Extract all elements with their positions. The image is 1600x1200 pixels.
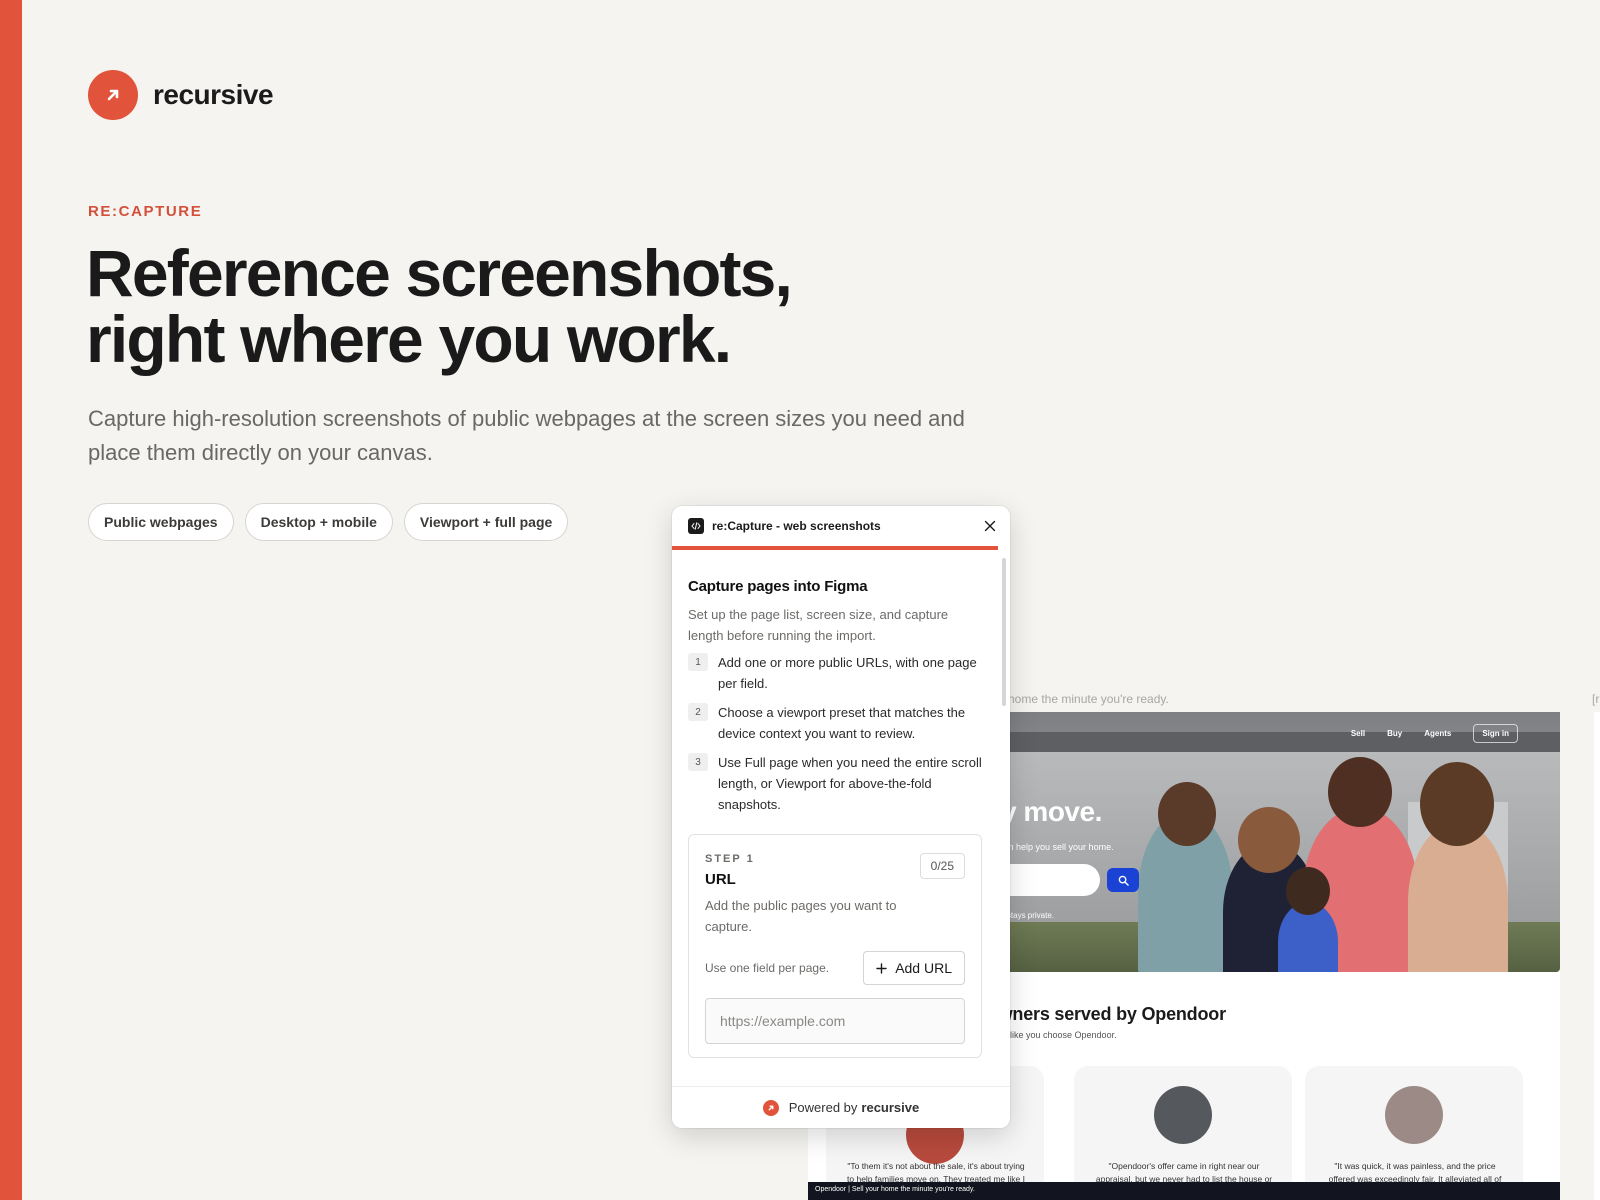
hero-person-head xyxy=(1238,807,1300,873)
preview-footer-bar: Opendoor | Sell your home the minute you… xyxy=(808,1182,1560,1200)
preview-nav: Sell Buy Agents Sign in xyxy=(1351,724,1518,743)
preview-nav-sell: Sell xyxy=(1350,729,1366,738)
hero-person-head xyxy=(1420,762,1494,846)
step-text: Use Full page when you need the entire s… xyxy=(718,755,982,812)
preview-right-edge xyxy=(1594,712,1600,1200)
card-description: Add the public pages you want to capture… xyxy=(705,898,897,934)
card-hint: Use one field per page. xyxy=(705,961,830,975)
preview-caption: home the minute you're ready. xyxy=(1008,692,1169,706)
step-label: STEP 1 xyxy=(705,853,755,865)
footer-brand-link[interactable]: recursive xyxy=(861,1100,919,1115)
headline-line-1: Reference screenshots, xyxy=(86,236,793,310)
panel-header: re:Capture - web screenshots xyxy=(672,506,1010,546)
step-text: Add one or more public URLs, with one pa… xyxy=(718,655,977,691)
hero-person-head xyxy=(1328,757,1392,827)
step-number: 1 xyxy=(688,653,708,671)
brand-logo-icon xyxy=(88,70,138,120)
page-subhead: Capture high-resolution screenshots of p… xyxy=(88,406,965,465)
preview-nav-signin: Sign in xyxy=(1473,724,1518,743)
feature-pill: Viewport + full page xyxy=(403,503,569,541)
plugin-panel: re:Capture - web screenshots Capture pag… xyxy=(672,506,1010,1128)
instruction-step: 1 Add one or more public URLs, with one … xyxy=(688,652,988,694)
url-counter-badge: 0/25 xyxy=(919,853,965,879)
panel-scrollbar-thumb[interactable] xyxy=(1002,558,1006,706)
feature-pills: Public webpages Desktop + mobile Viewpor… xyxy=(88,503,569,541)
panel-heading: Capture pages into Figma xyxy=(688,578,868,595)
preview-section-title: eowners served by Opendoor xyxy=(978,1004,1226,1024)
url-step-card: STEP 1 URL 0/25 Add the public pages you… xyxy=(688,834,982,1058)
plus-icon xyxy=(876,962,887,974)
preview-search-icon xyxy=(1107,868,1139,892)
url-input[interactable] xyxy=(705,998,965,1044)
instruction-step: 3 Use Full page when you need the entire… xyxy=(688,752,988,815)
preview-testimonial-card: "Opendoor's offer came in right near our… xyxy=(1074,1066,1292,1200)
step-number: 2 xyxy=(688,703,708,721)
instruction-step: 2 Choose a viewport preset that matches … xyxy=(688,702,988,744)
headline-line-2: right where you work. xyxy=(86,302,732,376)
step-number: 3 xyxy=(688,753,708,771)
accent-sidebar-bar xyxy=(0,0,22,1200)
brand: recursive xyxy=(88,70,274,120)
add-url-label: Add URL xyxy=(895,960,952,976)
eyebrow-label: RE:CAPTURE xyxy=(88,203,203,220)
panel-description: Set up the page list, screen size, and c… xyxy=(688,607,949,643)
hero-person-head xyxy=(1286,867,1330,915)
plugin-code-icon xyxy=(688,518,704,534)
add-url-button[interactable]: Add URL xyxy=(863,951,965,985)
panel-accent-progress xyxy=(672,546,998,550)
avatar xyxy=(1385,1086,1443,1144)
instruction-steps: 1 Add one or more public URLs, with one … xyxy=(688,652,988,823)
hero-person-head xyxy=(1158,782,1216,846)
avatar xyxy=(1154,1086,1212,1144)
page-headline: Reference screenshots, right where you w… xyxy=(86,240,986,372)
preview-section-sub: like you choose Opendoor. xyxy=(1010,1030,1117,1040)
feature-pill: Public webpages xyxy=(88,503,234,541)
feature-pill: Desktop + mobile xyxy=(244,503,393,541)
footer-prefix: Powered by xyxy=(788,1100,858,1115)
close-icon[interactable] xyxy=(982,518,998,534)
card-title: URL xyxy=(705,871,736,888)
preview-caption-right: [r xyxy=(1592,692,1600,706)
step-text: Choose a viewport preset that matches th… xyxy=(718,705,966,741)
brand-name: recursive xyxy=(153,79,274,110)
preview-nav-buy: Buy xyxy=(1387,729,1403,738)
recursive-logo-icon xyxy=(762,1099,779,1116)
preview-testimonial-card: "It was quick, it was painless, and the … xyxy=(1305,1066,1523,1200)
preview-nav-agents: Agents xyxy=(1424,729,1452,738)
panel-title: re:Capture - web screenshots xyxy=(712,519,881,533)
panel-footer: Powered by recursive xyxy=(672,1086,1010,1128)
